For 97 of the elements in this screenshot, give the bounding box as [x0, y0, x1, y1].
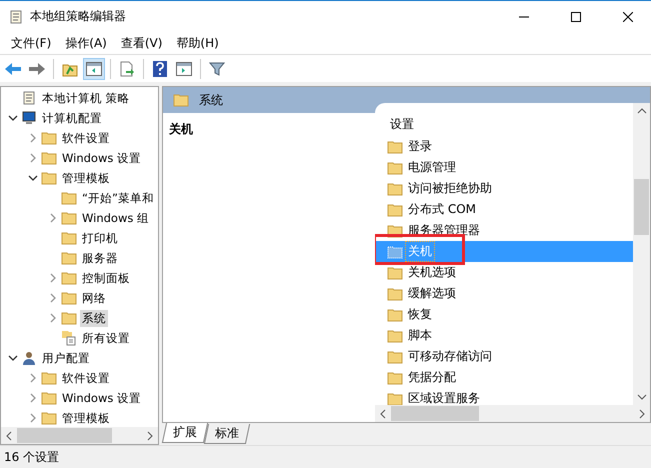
column-header[interactable]: 设置: [375, 113, 633, 136]
horizontal-scrollbar[interactable]: [1, 427, 158, 444]
folder-icon: [61, 211, 77, 225]
folder-icon: [387, 202, 403, 216]
folder-icon: [41, 391, 57, 405]
toolbar-button[interactable]: [83, 58, 105, 80]
folder-icon: [61, 291, 77, 305]
tree-item[interactable]: 控制面板: [80, 270, 132, 286]
tree-item[interactable]: 管理模板: [60, 170, 112, 186]
chevron-down-icon[interactable]: [28, 175, 38, 181]
user-icon: [21, 350, 37, 366]
list-item[interactable]: 分布式 COM: [406, 200, 478, 219]
folder-icon: [387, 160, 403, 174]
scrollbar-thumb[interactable]: [17, 428, 112, 443]
description-title: 关机: [169, 122, 193, 136]
chevron-right-icon[interactable]: [50, 213, 56, 223]
folder-icon: [61, 311, 77, 325]
status-text: 16 个设置: [4, 448, 60, 466]
scrollbar-thumb[interactable]: [391, 406, 479, 421]
folder-icon: [41, 171, 57, 185]
tree-item[interactable]: 用户配置: [40, 350, 92, 366]
export-list-icon: [119, 60, 135, 76]
settings-page-icon: [61, 330, 77, 346]
folder-icon: [387, 350, 403, 364]
tree-item[interactable]: 计算机配置: [40, 110, 104, 126]
folder-icon: [387, 266, 403, 280]
scrollbar-thumb[interactable]: [634, 179, 649, 235]
folder-icon: [61, 251, 77, 265]
folder-icon: [387, 370, 403, 384]
header-title: 系统: [199, 92, 223, 108]
tree-item[interactable]: Windows 组: [80, 210, 151, 226]
menu-item[interactable]: 帮助(H): [169, 34, 226, 52]
tree-item[interactable]: 系统: [80, 310, 108, 326]
list-item[interactable]: 登录: [406, 137, 434, 156]
chevron-down-icon[interactable]: [8, 355, 18, 361]
chevron-right-icon[interactable]: [50, 273, 56, 283]
tree-item[interactable]: 软件设置: [60, 370, 112, 386]
tree-item[interactable]: 网络: [80, 290, 108, 306]
folder-icon: [41, 151, 57, 165]
list-item[interactable]: 可移动存储访问: [406, 347, 494, 366]
panel-icon: [176, 62, 192, 76]
filter-icon: [209, 60, 225, 76]
horizontal-scrollbar[interactable]: [375, 405, 650, 422]
folder-icon: [41, 371, 57, 385]
forward-arrow-icon: [28, 62, 46, 76]
chevron-right-icon[interactable]: [30, 153, 36, 163]
tab[interactable]: 扩展: [162, 423, 208, 443]
vertical-scrollbar[interactable]: [633, 103, 650, 405]
list-item[interactable]: 脚本: [406, 326, 434, 345]
chevron-right-icon[interactable]: [30, 133, 36, 143]
list-item[interactable]: 电源管理: [406, 158, 458, 177]
folder-icon: [61, 191, 77, 205]
folder-icon: [387, 182, 403, 196]
folder-icon: [61, 231, 77, 245]
chevron-right-icon[interactable]: [30, 413, 36, 423]
chevron-down-icon[interactable]: [8, 115, 18, 121]
tab[interactable]: 标准: [204, 424, 250, 444]
list-item[interactable]: 区域设置服务: [406, 389, 482, 405]
tree-item[interactable]: 软件设置: [60, 130, 112, 146]
maximize-icon: [571, 12, 581, 22]
chevron-right-icon[interactable]: [30, 393, 36, 403]
tree-item[interactable]: 打印机: [80, 230, 120, 246]
folder-icon: [387, 286, 403, 300]
tree-item[interactable]: 服务器: [80, 250, 120, 266]
panel-icon: [86, 62, 102, 76]
list-item[interactable]: 恢复: [406, 305, 434, 324]
folder-icon: [387, 244, 403, 258]
back-arrow-icon: [4, 62, 22, 76]
chevron-right-icon[interactable]: [50, 293, 56, 303]
folder-icon: [61, 271, 77, 285]
folder-icon: [387, 308, 403, 322]
chevron-right-icon[interactable]: [30, 373, 36, 383]
menu-item[interactable]: 文件(F): [4, 34, 58, 52]
folder-icon: [387, 140, 403, 154]
chevron-right-icon[interactable]: [50, 313, 56, 323]
folder-icon: [41, 131, 57, 145]
list-item[interactable]: 访问被拒绝协助: [406, 179, 494, 198]
list-item[interactable]: 关机选项: [406, 263, 458, 282]
folder-icon: [387, 328, 403, 342]
folder-icon: [41, 411, 57, 425]
close-icon: [623, 12, 633, 22]
folder-icon: [173, 93, 189, 107]
list-item[interactable]: 凭据分配: [406, 368, 458, 387]
tree-item[interactable]: 所有设置: [80, 330, 132, 346]
tree-item[interactable]: 管理模板: [60, 410, 112, 426]
menu-item[interactable]: 操作(A): [58, 34, 114, 52]
tree-item[interactable]: “开始”菜单和: [80, 190, 156, 206]
tree-item[interactable]: Windows 设置: [60, 150, 143, 166]
help-icon: [153, 60, 167, 76]
window-title: 本地组策略编辑器: [30, 8, 127, 25]
menu-item[interactable]: 查看(V): [114, 34, 170, 52]
tree-item[interactable]: Windows 设置: [60, 390, 143, 406]
computer-icon: [21, 110, 37, 126]
scroll-icon: [8, 8, 24, 24]
scroll-icon: [21, 90, 37, 106]
tree-item[interactable]: 本地计算机 策略: [40, 90, 132, 106]
list-item[interactable]: 缓解选项: [406, 284, 458, 303]
